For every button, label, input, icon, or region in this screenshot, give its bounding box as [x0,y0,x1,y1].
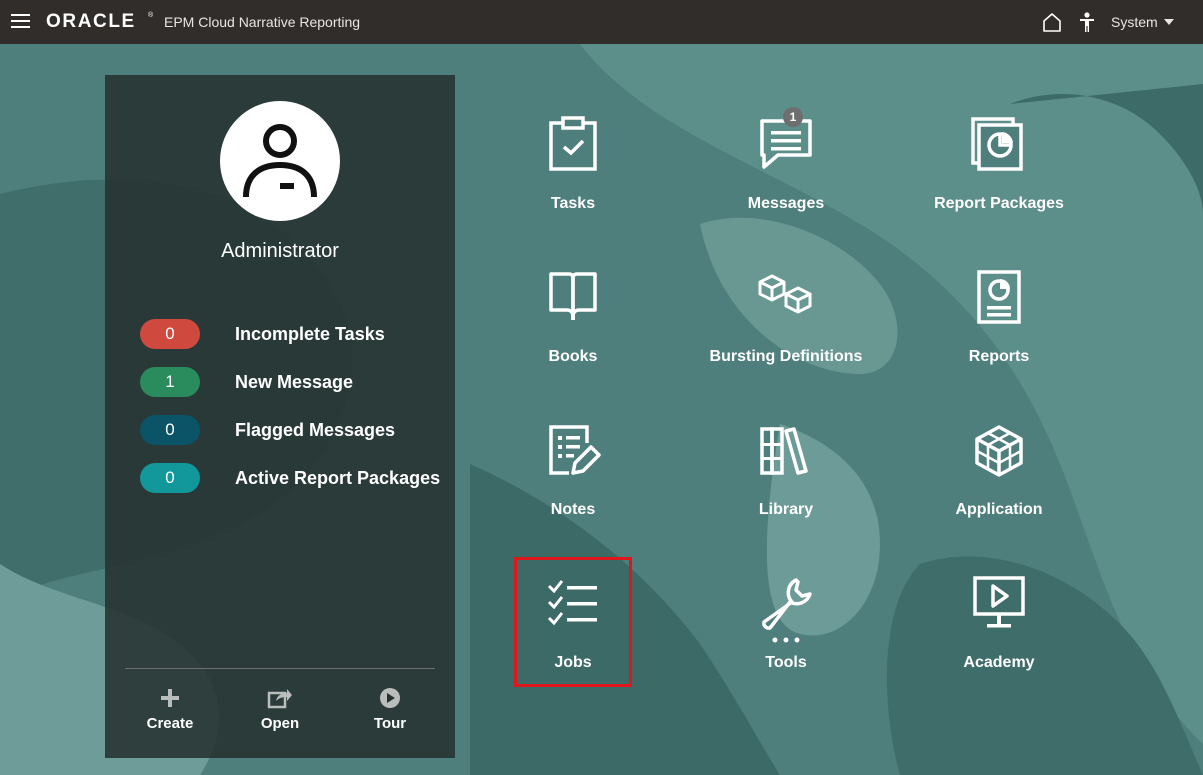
library-icon [760,427,808,475]
tile-reports[interactable]: Reports [909,268,1089,388]
count-badge: 0 [140,463,200,493]
avatar[interactable] [220,101,340,221]
tile-label: Report Packages [934,195,1064,212]
user-menu[interactable]: System [1111,14,1174,30]
app-title: EPM Cloud Narrative Reporting [164,14,361,30]
tile-tasks[interactable]: Tasks [483,115,663,235]
report-packages-icon [971,117,1023,171]
stat-flagged-messages[interactable]: 0 Flagged Messages [140,415,460,447]
stat-incomplete-tasks[interactable]: 0 Incomplete Tasks [140,319,460,351]
jobs-checklist-icon [547,580,597,626]
clipboard-check-icon [549,116,597,171]
tile-tools[interactable]: Tools [696,574,876,694]
open-button[interactable]: Open [235,687,325,732]
oracle-logo[interactable]: ORACLE [46,11,136,33]
application-cube-icon [975,425,1023,477]
tile-label: Notes [550,501,596,518]
monitor-play-icon [973,576,1025,628]
tile-label: Tools [765,654,807,671]
stat-label: Flagged Messages [235,420,396,440]
home-icon[interactable] [1041,11,1063,33]
play-circle-icon [380,688,400,708]
stat-active-report-packages[interactable]: 0 Active Report Packages [140,463,460,495]
tile-label: Application [955,501,1043,518]
notes-icon [549,425,601,475]
tile-label: Academy [963,654,1035,671]
wrench-icon [762,578,812,630]
tile-label: Tasks [550,195,596,212]
more-dots-icon [772,637,800,643]
stat-new-message[interactable]: 1 New Message [140,367,460,399]
tour-button[interactable]: Tour [345,687,435,732]
open-label: Open [260,715,300,732]
report-icon [977,270,1021,324]
user-menu-label: System [1111,14,1158,30]
tile-messages[interactable]: Messages [696,115,876,235]
create-button[interactable]: Create [125,687,215,732]
tile-label: Bursting Definitions [709,348,863,365]
stat-label: Incomplete Tasks [235,324,385,344]
accessibility-icon[interactable] [1078,11,1096,33]
user-icon [243,124,317,198]
user-name: Administrator [221,240,339,262]
tile-label: Library [758,501,814,518]
tile-notes[interactable]: Notes [483,421,663,541]
count-badge: 0 [140,415,200,445]
cubes-icon [758,274,812,314]
tile-label: Jobs [554,654,592,671]
tile-books[interactable]: Books [483,268,663,388]
tile-academy[interactable]: Academy [909,574,1089,694]
tile-label: Messages [747,195,825,212]
profile-panel: Administrator 0 Incomplete Tasks 1 New M… [105,75,455,758]
top-bar: ORACLE ® EPM Cloud Narrative Reporting S… [0,0,1203,44]
logo-registered-mark: ® [148,12,154,19]
tile-label: Books [548,348,598,365]
book-icon [549,272,597,320]
count-badge: 0 [140,319,200,349]
stat-label: New Message [235,372,354,392]
tile-bursting-definitions[interactable]: Bursting Definitions [696,268,876,388]
tile-library[interactable]: Library [696,421,876,541]
tile-jobs[interactable]: Jobs [483,574,663,694]
create-label: Create [146,715,194,732]
tile-application[interactable]: Application [909,421,1089,541]
open-share-icon [267,689,292,709]
count-badge: 1 [140,367,200,397]
messages-count-badge: 1 [783,107,803,127]
caret-down-icon [1163,19,1174,25]
tour-label: Tour [373,715,407,732]
panel-divider [125,668,435,669]
tile-label: Reports [968,348,1030,365]
stat-label: Active Report Packages [235,468,441,488]
hamburger-menu-icon[interactable] [11,14,30,30]
tile-report-packages[interactable]: Report Packages [909,115,1089,235]
plus-icon [161,689,179,707]
